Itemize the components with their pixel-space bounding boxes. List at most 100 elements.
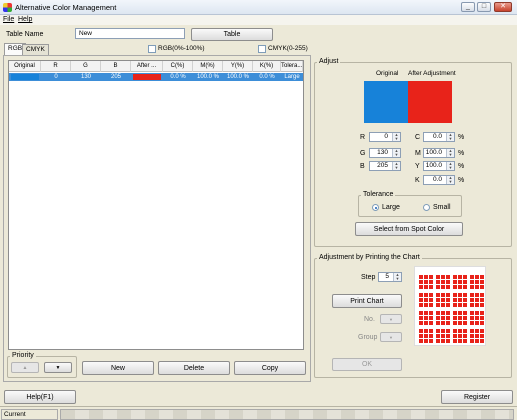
chart-patch (480, 329, 484, 333)
chart-patch (463, 321, 467, 325)
table-row[interactable]: 0 130 205 0.0 % 100.0 % 100.0 % 0.0 % La… (9, 73, 303, 81)
y-value: 100.0 (425, 162, 442, 169)
k-unit: % (458, 177, 465, 184)
chart-patch (475, 334, 479, 338)
priority-up-button[interactable]: ▲ (11, 362, 39, 373)
g-spinner[interactable]: 130 ▲ ▼ (369, 148, 401, 158)
chart-patch (446, 311, 450, 315)
chart-patch (429, 293, 433, 297)
new-button[interactable]: New (82, 361, 154, 375)
copy-button[interactable]: Copy (234, 361, 306, 375)
maximize-button[interactable]: □ (477, 2, 491, 12)
col-tolerance[interactable]: Tolera... (281, 61, 303, 72)
c-spinner-arrows-icon[interactable]: ▲ ▼ (446, 133, 454, 141)
chart-patch (419, 329, 423, 333)
original-label: Original (376, 70, 399, 77)
c-spinner[interactable]: 0.0 ▲ ▼ (423, 132, 455, 142)
chart-patch (441, 334, 445, 338)
r-spinner[interactable]: 0 ▲ ▼ (369, 132, 401, 142)
step-spinner-arrows-icon[interactable]: ▲ ▼ (393, 273, 401, 281)
b-spinner-arrows-icon[interactable]: ▲ ▼ (392, 162, 400, 170)
chart-patch (441, 316, 445, 320)
select-spot-color-button[interactable]: Select from Spot Color (355, 222, 463, 236)
chart-patch (475, 280, 479, 284)
table-name-input[interactable]: New (75, 28, 185, 39)
chart-patch (419, 285, 423, 289)
rgb-percent-checkbox[interactable] (148, 45, 156, 53)
col-y[interactable]: Y(%) (223, 61, 253, 72)
delete-button[interactable]: Delete (158, 361, 230, 375)
no-dropdown[interactable]: ▼ (380, 314, 402, 324)
chart-patch (463, 334, 467, 338)
chart-patch (419, 321, 423, 325)
cmyk-range-checkbox[interactable] (258, 45, 266, 53)
printing-label: Adjustment by Printing the Chart (317, 254, 422, 261)
ok-button[interactable]: OK (332, 358, 402, 371)
col-g[interactable]: G (71, 61, 101, 72)
cell-c: 0.0 % (170, 74, 186, 80)
chart-patch (429, 321, 433, 325)
col-c[interactable]: C(%) (163, 61, 193, 72)
register-button[interactable]: Register (441, 390, 513, 404)
color-table[interactable]: Original R G B After ... C(%) M(%) Y(%) … (8, 60, 304, 350)
chart-patch (441, 280, 445, 284)
chart-patch (441, 293, 445, 297)
chart-patch (441, 298, 445, 302)
col-k[interactable]: K(%) (253, 61, 281, 72)
after-color-swatch (408, 81, 452, 123)
group-dropdown[interactable]: ▼ (380, 332, 402, 342)
c-value: 0.0 (432, 133, 442, 140)
cmyk-range-label: CMYK(0-255) (268, 45, 308, 52)
tab-cmyk[interactable]: CMYK (22, 44, 49, 55)
chart-patch (480, 316, 484, 320)
chart-patch (463, 293, 467, 297)
col-m[interactable]: M(%) (193, 61, 223, 72)
chart-patch (458, 321, 462, 325)
step-spinner[interactable]: 5 ▲ ▼ (378, 272, 402, 282)
b-spinner[interactable]: 205 ▲ ▼ (369, 161, 401, 171)
help-button[interactable]: Help(F1) (4, 390, 76, 404)
chart-patch (458, 280, 462, 284)
menu-file[interactable]: File (3, 16, 14, 23)
y-spinner-arrows-icon[interactable]: ▲ ▼ (446, 162, 454, 170)
k-label: K (415, 177, 420, 184)
chart-patch (419, 339, 423, 343)
chart-patch (453, 311, 457, 315)
table-button[interactable]: Table (191, 28, 273, 41)
chart-patch (453, 298, 457, 302)
k-spinner-arrows-icon[interactable]: ▲ ▼ (446, 176, 454, 184)
chart-patch (453, 321, 457, 325)
close-button[interactable]: ✕ (494, 2, 512, 12)
chart-patch (446, 298, 450, 302)
col-r[interactable]: R (41, 61, 71, 72)
chart-patch (475, 303, 479, 307)
chart-patch (453, 275, 457, 279)
chart-patch (480, 285, 484, 289)
tolerance-large-label: Large (382, 204, 400, 211)
chart-patch (419, 303, 423, 307)
chart-patch (429, 280, 433, 284)
chart-patch (470, 298, 474, 302)
tolerance-large-radio[interactable] (372, 204, 379, 211)
chart-patch (470, 329, 474, 333)
k-spinner[interactable]: 0.0 ▲ ▼ (423, 175, 455, 185)
col-b[interactable]: B (101, 61, 131, 72)
priority-down-button[interactable]: ▼ (44, 362, 72, 373)
chart-patch (429, 303, 433, 307)
col-after[interactable]: After ... (131, 61, 163, 72)
m-spinner-arrows-icon[interactable]: ▲ ▼ (446, 149, 454, 157)
r-value: 0 (384, 133, 388, 140)
r-spinner-arrows-icon[interactable]: ▲ ▼ (392, 133, 400, 141)
menu-help[interactable]: Help (18, 16, 32, 23)
tolerance-small-radio[interactable] (423, 204, 430, 211)
col-original[interactable]: Original (9, 61, 41, 72)
chart-patch (470, 280, 474, 284)
print-chart-button[interactable]: Print Chart (332, 294, 402, 308)
g-spinner-arrows-icon[interactable]: ▲ ▼ (392, 149, 400, 157)
chart-patch (475, 311, 479, 315)
chart-patch (453, 280, 457, 284)
chart-patch (441, 311, 445, 315)
minimize-button[interactable]: _ (461, 2, 475, 12)
y-spinner[interactable]: 100.0 ▲ ▼ (423, 161, 455, 171)
m-spinner[interactable]: 100.0 ▲ ▼ (423, 148, 455, 158)
